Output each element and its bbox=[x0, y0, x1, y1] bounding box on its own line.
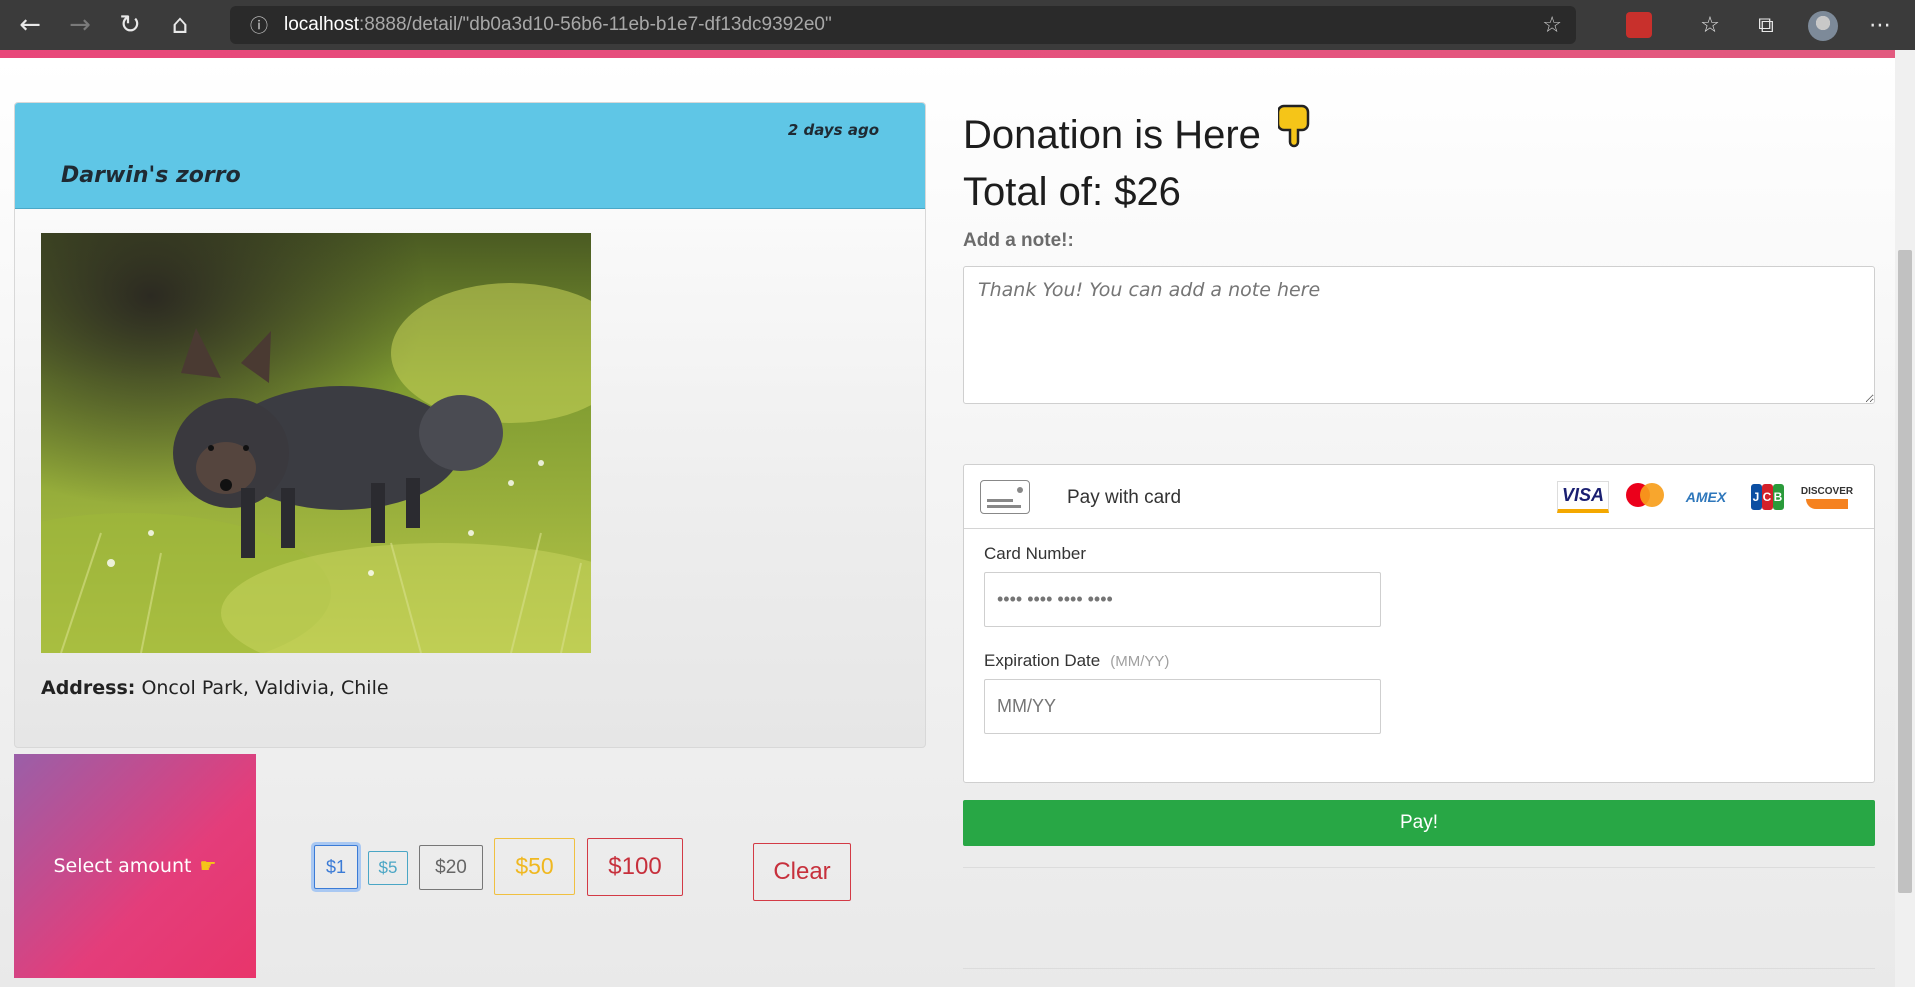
amount-button-50[interactable]: $50 bbox=[494, 838, 575, 895]
jcb-logo: JCB bbox=[1749, 481, 1785, 513]
info-icon[interactable]: ⓘ bbox=[242, 12, 276, 38]
amount-button-1[interactable]: $1 bbox=[314, 845, 358, 889]
home-icon[interactable]: ⌂ bbox=[160, 5, 200, 45]
address-label: Address: bbox=[41, 677, 136, 699]
time-ago: 2 days ago bbox=[787, 121, 879, 139]
star-icon[interactable]: ☆ bbox=[1542, 13, 1562, 38]
animal-name: Darwin's zorro bbox=[61, 163, 241, 188]
address-value: Oncol Park, Valdivia, Chile bbox=[141, 677, 389, 699]
expiration-date-input[interactable] bbox=[984, 679, 1381, 734]
card-payment-form: Pay with card VISA AMEX JCB DISCOVER Car… bbox=[963, 464, 1875, 783]
amount-button-100[interactable]: $100 bbox=[587, 838, 683, 896]
note-label: Add a note!: bbox=[963, 230, 1074, 251]
visa-logo: VISA bbox=[1557, 481, 1609, 513]
amount-button-20[interactable]: $20 bbox=[419, 845, 483, 890]
favorites-icon[interactable]: ☆ bbox=[1694, 9, 1726, 41]
select-amount-panel: Select amount ☛ bbox=[14, 754, 256, 978]
card-number-label: Card Number bbox=[984, 544, 1087, 563]
address-bar[interactable]: ⓘ localhost:8888/detail/"db0a3d10-56b6-1… bbox=[230, 6, 1576, 44]
mastercard-logo bbox=[1626, 481, 1666, 513]
pay-button[interactable]: Pay! bbox=[963, 800, 1875, 846]
url-text: localhost:8888/detail/"db0a3d10-56b6-11e… bbox=[284, 14, 832, 35]
card-number-input[interactable] bbox=[984, 572, 1381, 627]
animal-photo bbox=[41, 233, 591, 653]
donation-title: Donation is Here bbox=[963, 102, 1314, 158]
credit-card-icon bbox=[980, 480, 1030, 514]
more-icon[interactable]: ⋯ bbox=[1864, 9, 1896, 41]
animal-card: 2 days ago Darwin's zorro Address: Oncol… bbox=[14, 102, 926, 748]
forward-icon[interactable]: → bbox=[60, 5, 100, 45]
expiration-hint: (MM/YY) bbox=[1110, 653, 1170, 670]
extension-icon[interactable] bbox=[1626, 12, 1652, 38]
expiration-date-label: Expiration Date (MM/YY) bbox=[984, 651, 1170, 670]
divider bbox=[963, 867, 1875, 868]
refresh-icon[interactable]: ↻ bbox=[110, 5, 150, 45]
back-icon[interactable]: ← bbox=[10, 5, 50, 45]
select-amount-label: Select amount bbox=[53, 855, 192, 877]
accent-bar bbox=[0, 50, 1895, 58]
pointing-hand-icon: ☛ bbox=[199, 855, 217, 877]
profile-avatar[interactable] bbox=[1808, 11, 1838, 41]
collections-icon[interactable]: ⧉ bbox=[1750, 9, 1782, 41]
note-textarea[interactable] bbox=[963, 266, 1875, 404]
pointing-down-icon bbox=[1276, 102, 1314, 158]
divider bbox=[963, 968, 1875, 969]
amex-logo: AMEX bbox=[1685, 489, 1727, 505]
card-header: 2 days ago Darwin's zorro bbox=[15, 103, 925, 209]
scrollbar-thumb[interactable] bbox=[1898, 250, 1912, 893]
address: Address: Oncol Park, Valdivia, Chile bbox=[41, 677, 389, 699]
clear-button[interactable]: Clear bbox=[753, 843, 851, 901]
pay-with-card-label: Pay with card bbox=[1067, 487, 1182, 508]
amount-button-5[interactable]: $5 bbox=[368, 851, 408, 885]
payment-header: Pay with card VISA AMEX JCB DISCOVER bbox=[964, 465, 1874, 529]
browser-toolbar: ← → ↻ ⌂ ⓘ localhost:8888/detail/"db0a3d1… bbox=[0, 0, 1915, 50]
total-amount: Total of: $26 bbox=[963, 170, 1181, 214]
discover-logo: DISCOVER bbox=[1801, 481, 1853, 513]
